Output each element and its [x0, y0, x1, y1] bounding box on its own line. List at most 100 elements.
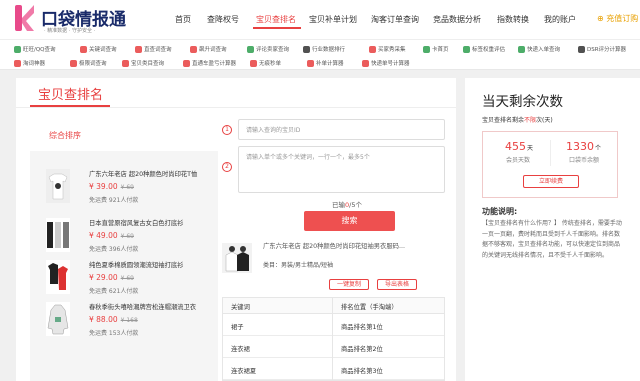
- tool-label: 行业数据排行: [312, 47, 346, 53]
- copy-all-button[interactable]: 一键复制: [329, 279, 369, 290]
- tool-label: 直查词查询: [144, 47, 172, 53]
- logo-slogan: · 精准数据 · 守护安全 ·: [44, 28, 96, 34]
- result-category: 类目：男装/男士精品/短袖: [263, 262, 334, 269]
- list-item[interactable]: 春秋季街头嘻哈潮牌宫松连帽潮流卫衣 ¥ 88.00 ¥ 168 免运费 153人付…: [46, 302, 221, 344]
- header: 口袋情报通 · 精准数据 · 守护安全 · 首页 查降权号 宝贝查排名 宝贝补单…: [0, 0, 640, 40]
- product-sales: 免运费 921人付款: [89, 197, 139, 204]
- tool-item[interactable]: 宝贝类目查询: [122, 57, 164, 69]
- tool-item[interactable]: 淘词神器: [14, 57, 45, 69]
- price-current: ¥ 39.00: [89, 182, 118, 191]
- coin-number: 1330: [566, 140, 594, 153]
- tool-item[interactable]: 极限词查询: [70, 57, 107, 69]
- main-panel: 宝贝查排名 综合排序 广东六年老店 超20种颜色时尚印花T恤 ¥ 39.00 ¥ …: [16, 78, 456, 381]
- product-price: ¥ 29.00 ¥ 69: [89, 273, 134, 282]
- tool-icon: [518, 45, 525, 53]
- nav-home[interactable]: 首页: [175, 14, 191, 25]
- table-row: 连衣裙 商品排名第2位: [223, 336, 444, 358]
- table-column-divider: [332, 298, 333, 381]
- tool-item[interactable]: 直查词查询: [135, 43, 172, 55]
- tool-label: 评论卖家查询: [256, 47, 290, 53]
- tool-item[interactable]: 标签权重评估: [463, 43, 505, 55]
- tool-icon: [247, 45, 254, 53]
- logo[interactable]: 口袋情报通 · 精准数据 · 守护安全 ·: [14, 3, 126, 37]
- tool-icon: [423, 45, 430, 53]
- tool-item[interactable]: 飙升词查询: [190, 43, 227, 55]
- coin-balance-value: 1330个: [566, 140, 601, 153]
- tool-item[interactable]: DSR评分计算器: [578, 43, 626, 55]
- app: 口袋情报通 · 精准数据 · 守护安全 · 首页 查降权号 宝贝查排名 宝贝补单…: [0, 0, 640, 381]
- recharge-link[interactable]: ⊕ 充值订购: [597, 13, 638, 24]
- product-price: ¥ 39.00 ¥ 69: [89, 182, 134, 191]
- remaining-prefix: 宝贝查排名剩余: [482, 117, 525, 124]
- tool-icon: [303, 45, 310, 53]
- remaining-subtitle: 宝贝查排名剩余不限次(天): [482, 115, 553, 124]
- tool-item[interactable]: 卡首页: [423, 43, 449, 55]
- tool-label: 淘词神器: [23, 61, 46, 67]
- tool-label: 快递单号计算器: [371, 61, 410, 67]
- tool-icon: [135, 45, 142, 53]
- nav-index-convert[interactable]: 指数转换: [497, 14, 529, 25]
- tool-label: DSR评分计算器: [587, 47, 627, 53]
- nav-item-rank[interactable]: 宝贝查排名: [256, 14, 296, 25]
- renew-button[interactable]: 立即续费: [523, 175, 579, 188]
- list-item[interactable]: 日本直营原宿风复古女白色打底衫 ¥ 49.00 ¥ 69 免运费 396人付款: [46, 218, 221, 260]
- status-prefix: 已输: [332, 201, 345, 209]
- tool-label: 补单计算器: [316, 61, 344, 67]
- product-id-input[interactable]: 请输入查询的宝贝ID: [238, 119, 445, 140]
- tool-item[interactable]: 直通车盈亏计算器: [183, 57, 236, 69]
- cell-rank: 商品排名第3位: [341, 368, 383, 375]
- export-table-button[interactable]: 导出表格: [377, 279, 417, 290]
- nav-supplement-plan[interactable]: 宝贝补单计划: [309, 14, 357, 25]
- tool-item[interactable]: 补单计算器: [307, 57, 344, 69]
- tool-item[interactable]: 评论卖家查询: [247, 43, 289, 55]
- nav-my-account[interactable]: 我的账户: [544, 14, 576, 25]
- tool-item[interactable]: 买家秀采集: [369, 43, 406, 55]
- list-item[interactable]: 纯色夏季棉质圆领潮流短袖打底衫 ¥ 29.00 ¥ 69 免运费 621人付款: [46, 260, 221, 302]
- nav-competitor-analysis[interactable]: 竞品数据分析: [433, 14, 481, 25]
- tool-label: 买家秀采集: [378, 47, 406, 53]
- tool-item[interactable]: 关键词查询: [80, 43, 117, 55]
- tool-label: 直通车盈亏计算器: [192, 61, 237, 67]
- tool-item[interactable]: 行业数据排行: [303, 43, 345, 55]
- days-unit: 天: [527, 145, 534, 152]
- cart-icon: ⊕: [597, 14, 604, 23]
- tool-icon: [14, 45, 21, 53]
- member-days-label: 会员天数: [506, 157, 531, 164]
- product-sales: 免运费 396人付款: [89, 246, 139, 253]
- tool-bar: 旺旺/QQ查询 关键词查询 直查词查询 飙升词查询 评论卖家查询 行业数据排行 买家秀采集 卡…: [0, 40, 640, 70]
- tool-item[interactable]: 快递入单查询: [518, 43, 560, 55]
- tool-icon: [578, 45, 585, 53]
- step-1-badge: 1: [222, 125, 232, 135]
- remaining-highlight: 不限: [524, 117, 537, 124]
- keyword-count-status: 已输0/5个: [332, 199, 362, 209]
- tool-item[interactable]: 无痕秒单: [250, 57, 281, 69]
- tool-label: 飙升词查询: [199, 47, 227, 53]
- keyword-textarea[interactable]: 请输入单个或多个关键词，一行一个，最多5个: [238, 146, 445, 193]
- member-days-value: 455天: [505, 140, 533, 153]
- list-item[interactable]: 广东六年老店 超20种颜色时尚印花T恤 ¥ 39.00 ¥ 69 免运费 921人…: [46, 169, 221, 211]
- price-original: ¥ 69: [120, 233, 134, 240]
- step-2-badge: 2: [222, 162, 232, 172]
- tool-label: 宝贝类目查询: [131, 61, 165, 67]
- product-image: [46, 169, 70, 203]
- tool-label: 关键词查询: [89, 47, 117, 53]
- product-image: [46, 260, 70, 294]
- tool-item[interactable]: 快递单号计算器: [362, 57, 410, 69]
- tool-icon: [250, 59, 257, 67]
- tool-item[interactable]: 旺旺/QQ查询: [14, 43, 56, 55]
- status-suffix: /5个: [349, 201, 362, 209]
- nav-taoke-orders[interactable]: 淘客订单查询: [371, 14, 419, 25]
- search-button[interactable]: 搜索: [304, 211, 395, 231]
- tool-icon: [307, 59, 314, 67]
- col-header-keyword: 关键词: [231, 304, 250, 311]
- product-image: [46, 302, 70, 336]
- tool-icon: [369, 45, 376, 53]
- price-original: ¥ 168: [120, 317, 138, 324]
- tool-icon: [183, 59, 190, 67]
- tool-label: 卡首页: [432, 47, 449, 53]
- nav-check-downgrade[interactable]: 查降权号: [207, 14, 239, 25]
- coin-unit: 个: [595, 145, 602, 152]
- sort-tab-comprehensive[interactable]: 综合排序: [49, 130, 81, 141]
- result-product-name: 广东六年老店 超20种颜色时尚印花短袖男衣服码...: [263, 243, 405, 250]
- product-sales: 免运费 153人付款: [89, 330, 139, 337]
